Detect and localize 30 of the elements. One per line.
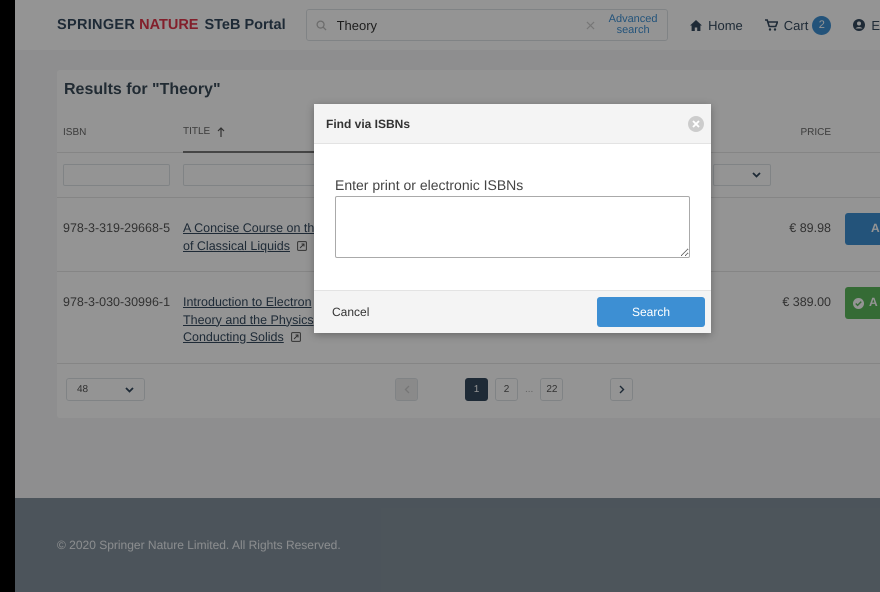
copyright-text: © 2020 Springer Nature Limited. All Rights Reserved. — [57, 538, 341, 552]
ellipsis: ... — [525, 384, 534, 395]
isbn-cell-text: 978-3-030-30996-1 — [63, 294, 172, 311]
column-header[interactable]: ISBN — [63, 112, 183, 152]
nav-link[interactable]: Cart 2 — [764, 16, 832, 34]
results-title: Results for "Theory" — [63, 80, 222, 100]
page-size-dropdown[interactable]: 48 — [66, 378, 145, 401]
search-button[interactable]: Search — [597, 297, 705, 327]
column-header[interactable]: PRICE — [731, 112, 831, 152]
nav-label: E — [871, 18, 880, 32]
page-button[interactable]: 2 — [495, 378, 518, 401]
nav-link[interactable]: Home — [690, 16, 743, 34]
book-title-link[interactable]: Introduction to Electron Theory and the Physics Conducting Solids — [183, 294, 314, 346]
add-to-cart-button[interactable]: A — [845, 213, 880, 245]
search-field[interactable]: Theory Advanced search — [306, 9, 668, 41]
nav-link[interactable]: E — [853, 16, 880, 34]
dialog-title: Find via ISBNs — [326, 116, 410, 130]
isbn-cell-text: 978-3-319-29668-5 — [63, 220, 172, 237]
cancel-button[interactable]: Cancel — [332, 305, 370, 319]
price-cell-text: € 389.00 — [781, 294, 831, 311]
nav-label: Home — [708, 18, 743, 32]
cart-count-badge: 2 — [812, 16, 832, 34]
nav-label: Cart — [784, 18, 808, 32]
price-cell-text: € 89.98 — [788, 220, 831, 237]
book-title-link[interactable]: A Concise Course on th of Classical Liquids — [183, 220, 314, 255]
page-button[interactable]: 22 — [540, 378, 564, 401]
page-button[interactable]: 1 — [465, 378, 488, 401]
field-label: Enter print or electronic ISBNs — [335, 177, 524, 193]
logo[interactable]: SPRINGER NATURE STeB Portal — [57, 16, 286, 34]
advanced-search-link[interactable]: Advanced search — [605, 14, 662, 36]
